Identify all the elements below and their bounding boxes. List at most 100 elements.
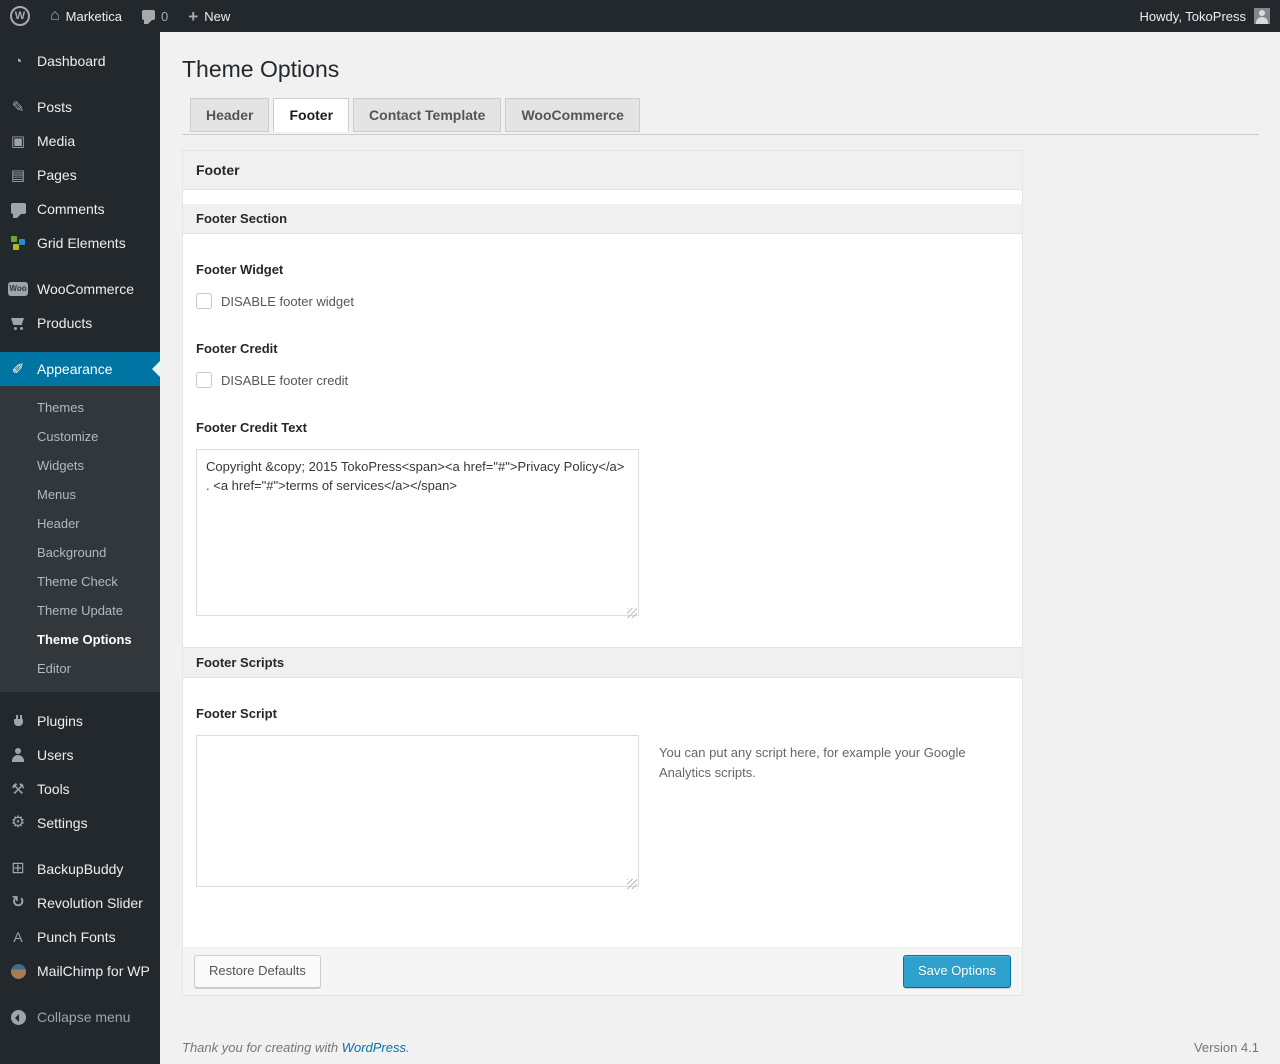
tab-woocommerce[interactable]: WooCommerce <box>505 98 640 132</box>
footer-credit-text-textarea[interactable]: Copyright &copy; 2015 TokoPress<span><a … <box>196 449 639 616</box>
menu-separator <box>0 840 160 852</box>
sidebar-item-woocommerce[interactable]: Woo WooCommerce <box>0 272 160 306</box>
sidebar-item-mailchimp[interactable]: MailChimp for WP <box>0 954 160 988</box>
account-menu[interactable]: Howdy, TokoPress <box>1130 0 1280 32</box>
menu-separator <box>0 988 160 1000</box>
camera-icon <box>8 134 28 149</box>
site-name-label: Marketica <box>65 8 123 24</box>
comment-bubble-icon <box>142 10 156 24</box>
save-options-button[interactable]: Save Options <box>902 955 1011 988</box>
submenu-item-themes[interactable]: Themes <box>0 393 160 422</box>
menu-separator <box>0 78 160 90</box>
wordpress-admin-screen: W Marketica 0 New Howdy, TokoPress <box>0 0 1280 1064</box>
sidebar-item-dashboard[interactable]: Dashboard <box>0 44 160 78</box>
submenu-item-menus[interactable]: Menus <box>0 480 160 509</box>
submenu-item-customize[interactable]: Customize <box>0 422 160 451</box>
submenu-item-theme-check[interactable]: Theme Check <box>0 567 160 596</box>
footer-credit-checkbox-row[interactable]: DISABLE footer credit <box>196 372 348 388</box>
footer-scripts-body: Footer Script You can put any script her… <box>183 706 1022 947</box>
new-content-menu[interactable]: New <box>178 0 240 32</box>
sidebar-item-pages[interactable]: Pages <box>0 158 160 192</box>
tab-contact-template[interactable]: Contact Template <box>353 98 502 132</box>
sidebar-item-label: Pages <box>37 167 77 183</box>
wp-logo-menu[interactable]: W <box>0 0 40 32</box>
footer-credit-checkbox[interactable] <box>196 372 212 388</box>
mailchimp-monkey-icon <box>10 963 26 979</box>
submenu-item-widgets[interactable]: Widgets <box>0 451 160 480</box>
footer-script-label: Footer Script <box>196 706 277 721</box>
footer-widget-checkbox-row[interactable]: DISABLE footer widget <box>196 293 354 309</box>
sidebar-item-backupbuddy[interactable]: BackupBuddy <box>0 852 160 886</box>
collapse-menu-button[interactable]: Collapse menu <box>0 1000 160 1034</box>
menu-separator <box>0 340 160 352</box>
submenu-item-editor[interactable]: Editor <box>0 654 160 683</box>
menu-separator <box>0 32 160 44</box>
sidebar-item-settings[interactable]: Settings <box>0 806 160 840</box>
sidebar-item-plugins[interactable]: Plugins <box>0 704 160 738</box>
panel-footer-bar: Restore Defaults Save Options <box>183 947 1022 995</box>
appearance-submenu: Themes Customize Widgets Menus Header Ba… <box>0 386 160 692</box>
paintbrush-icon <box>8 362 28 377</box>
admin-bar-right: Howdy, TokoPress <box>1130 0 1280 32</box>
sidebar-item-punch-fonts[interactable]: Punch Fonts <box>0 920 160 954</box>
sidebar-item-label: Punch Fonts <box>37 929 116 945</box>
wrench-icon <box>8 782 28 797</box>
footer-script-row: You can put any script here, for example… <box>196 721 1009 892</box>
footer-widget-checkbox[interactable] <box>196 293 212 309</box>
thanks-prefix: Thank you for creating with <box>182 1039 342 1055</box>
tab-header[interactable]: Header <box>190 98 270 132</box>
grid-elements-icon <box>10 235 26 251</box>
home-icon <box>50 8 60 24</box>
page-footer: Thank you for creating with WordPress. V… <box>182 1040 1259 1055</box>
footer-section-body: Footer Widget DISABLE footer widget Foot… <box>183 262 1022 647</box>
footer-script-textarea[interactable] <box>196 735 639 887</box>
submenu-item-theme-update[interactable]: Theme Update <box>0 596 160 625</box>
menu-separator <box>0 692 160 704</box>
sidebar-item-revolution-slider[interactable]: Revolution Slider <box>0 886 160 920</box>
submenu-item-theme-options[interactable]: Theme Options <box>0 625 160 654</box>
thanks-period: . <box>406 1039 410 1055</box>
avatar <box>1254 8 1270 24</box>
pages-icon <box>8 168 28 183</box>
sidebar-item-tools[interactable]: Tools <box>0 772 160 806</box>
page-title: Theme Options <box>182 56 340 82</box>
sidebar-item-label: Users <box>37 747 74 763</box>
group-header-footer: Footer <box>183 151 1022 190</box>
sidebar-item-label: BackupBuddy <box>37 861 124 877</box>
sidebar-item-comments[interactable]: Comments <box>0 192 160 226</box>
footer-credit-checkbox-label: DISABLE footer credit <box>221 372 349 388</box>
submenu-item-background[interactable]: Background <box>0 538 160 567</box>
sidebar-item-products[interactable]: Products <box>0 306 160 340</box>
submenu-item-header[interactable]: Header <box>0 509 160 538</box>
admin-menu: Dashboard Posts Media Pages Comments Gri… <box>0 32 160 1064</box>
tab-footer[interactable]: Footer <box>273 98 350 132</box>
plug-icon <box>10 714 26 728</box>
rotate-arrows-icon <box>8 895 28 911</box>
section-header-footer-scripts: Footer Scripts <box>183 647 1022 678</box>
sidebar-item-label: Appearance <box>37 361 113 377</box>
panel-spacer <box>183 190 1022 204</box>
sidebar-item-label: Comments <box>37 201 105 217</box>
plus-icon <box>188 8 198 25</box>
wordpress-logo-icon: W <box>10 6 30 26</box>
pushpin-icon <box>8 100 28 115</box>
sidebar-item-appearance[interactable]: Appearance <box>0 352 160 386</box>
footer-credit-label: Footer Credit <box>196 341 278 356</box>
comment-count: 0 <box>161 8 169 24</box>
sidebar-item-posts[interactable]: Posts <box>0 90 160 124</box>
site-name-menu[interactable]: Marketica <box>40 0 132 32</box>
cart-icon <box>10 316 26 330</box>
footer-thanks-text: Thank you for creating with WordPress. <box>182 1040 410 1055</box>
backup-drive-icon <box>8 861 28 877</box>
sidebar-item-label: Products <box>37 315 93 331</box>
footer-credit-textarea-wrap: Copyright &copy; 2015 TokoPress<span><a … <box>196 449 639 621</box>
restore-defaults-button[interactable]: Restore Defaults <box>194 955 321 988</box>
sidebar-item-users[interactable]: Users <box>0 738 160 772</box>
comments-menu[interactable]: 0 <box>132 0 178 32</box>
sidebar-item-media[interactable]: Media <box>0 124 160 158</box>
wordpress-link[interactable]: WordPress <box>342 1040 406 1055</box>
footer-widget-checkbox-label: DISABLE footer widget <box>221 293 354 309</box>
sidebar-item-label: Grid Elements <box>37 235 126 251</box>
sidebar-item-grid-elements[interactable]: Grid Elements <box>0 226 160 260</box>
